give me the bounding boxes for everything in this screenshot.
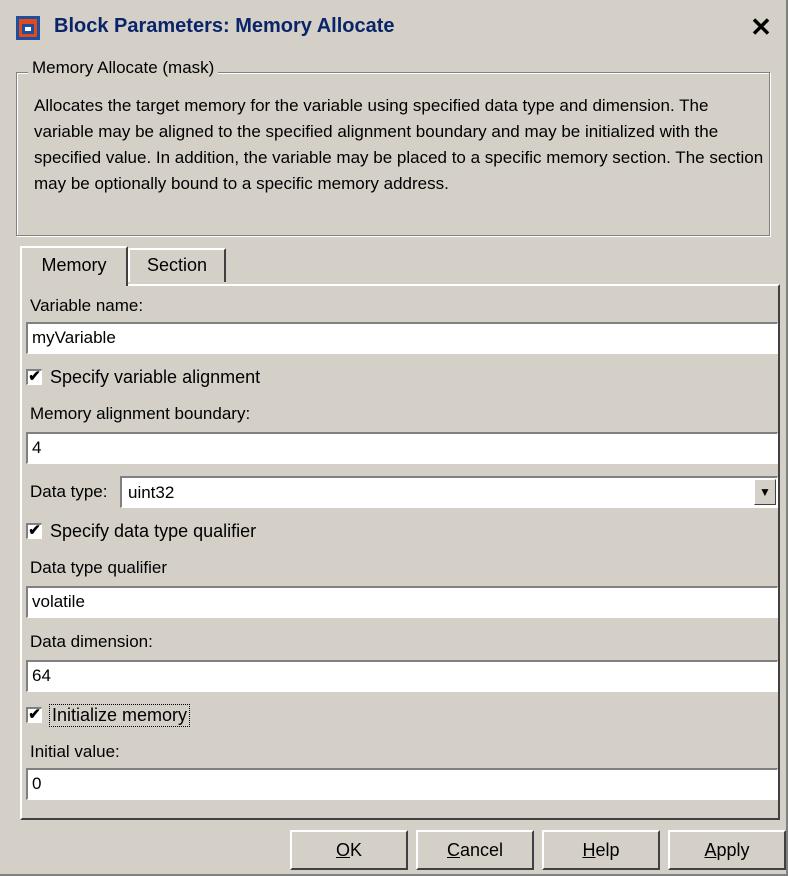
apply-mnemonic: A xyxy=(704,840,717,860)
help-mnemonic: H xyxy=(582,840,596,860)
window-title: Block Parameters: Memory Allocate xyxy=(54,15,395,37)
data-type-select[interactable]: uint32 ▼ xyxy=(120,476,778,508)
cancel-mnemonic: C xyxy=(446,840,460,860)
apply-label: pply xyxy=(716,840,750,860)
dialog-window: Block Parameters: Memory Allocate ✕ Memo… xyxy=(0,0,788,876)
group-legend: Memory Allocate (mask) xyxy=(28,58,219,78)
apply-button[interactable]: Apply xyxy=(668,830,786,870)
help-label: elp xyxy=(595,840,620,860)
variable-name-input[interactable]: myVariable xyxy=(26,322,778,354)
alignment-boundary-input[interactable]: 4 xyxy=(26,432,778,464)
ok-button[interactable]: OK xyxy=(290,830,408,870)
initial-value-label: Initial value: xyxy=(30,742,120,761)
specify-alignment-checkbox[interactable]: ✔ xyxy=(26,369,42,385)
specify-alignment-label: Specify variable alignment xyxy=(50,366,261,387)
cancel-button[interactable]: Cancel xyxy=(416,830,534,870)
initialize-memory-row[interactable]: ✔ Initialize memory xyxy=(26,702,191,728)
ok-label: K xyxy=(350,840,363,860)
alignment-boundary-label: Memory alignment boundary: xyxy=(30,404,251,423)
qualifier-label: Data type qualifier xyxy=(30,558,168,577)
qualifier-input[interactable]: volatile xyxy=(26,586,778,618)
help-button[interactable]: Help xyxy=(542,830,660,870)
dimension-input[interactable]: 64 xyxy=(26,660,778,692)
variable-name-label: Variable name: xyxy=(30,296,144,315)
specify-qualifier-label: Specify data type qualifier xyxy=(50,520,257,541)
tab-memory[interactable]: Memory xyxy=(20,246,128,286)
initialize-memory-checkbox[interactable]: ✔ xyxy=(26,707,42,723)
specify-qualifier-row[interactable]: ✔ Specify data type qualifier xyxy=(26,518,256,544)
dimension-label: Data dimension: xyxy=(30,632,153,651)
cancel-label: ancel xyxy=(459,840,504,860)
mask-description: Allocates the target memory for the vari… xyxy=(34,96,764,193)
close-icon[interactable]: ✕ xyxy=(746,14,776,42)
simulink-block-icon xyxy=(16,16,40,40)
initial-value-input[interactable]: 0 xyxy=(26,768,778,800)
ok-mnemonic: O xyxy=(335,840,350,860)
tab-section[interactable]: Section xyxy=(128,248,226,282)
initialize-memory-label: Initialize memory xyxy=(48,703,191,727)
chevron-down-icon[interactable]: ▼ xyxy=(754,479,776,505)
specify-alignment-row[interactable]: ✔ Specify variable alignment xyxy=(26,364,260,390)
data-type-label: Data type: xyxy=(30,482,108,501)
title-bar[interactable]: Block Parameters: Memory Allocate ✕ xyxy=(4,4,784,46)
data-type-value: uint32 xyxy=(128,483,175,502)
specify-qualifier-checkbox[interactable]: ✔ xyxy=(26,523,42,539)
